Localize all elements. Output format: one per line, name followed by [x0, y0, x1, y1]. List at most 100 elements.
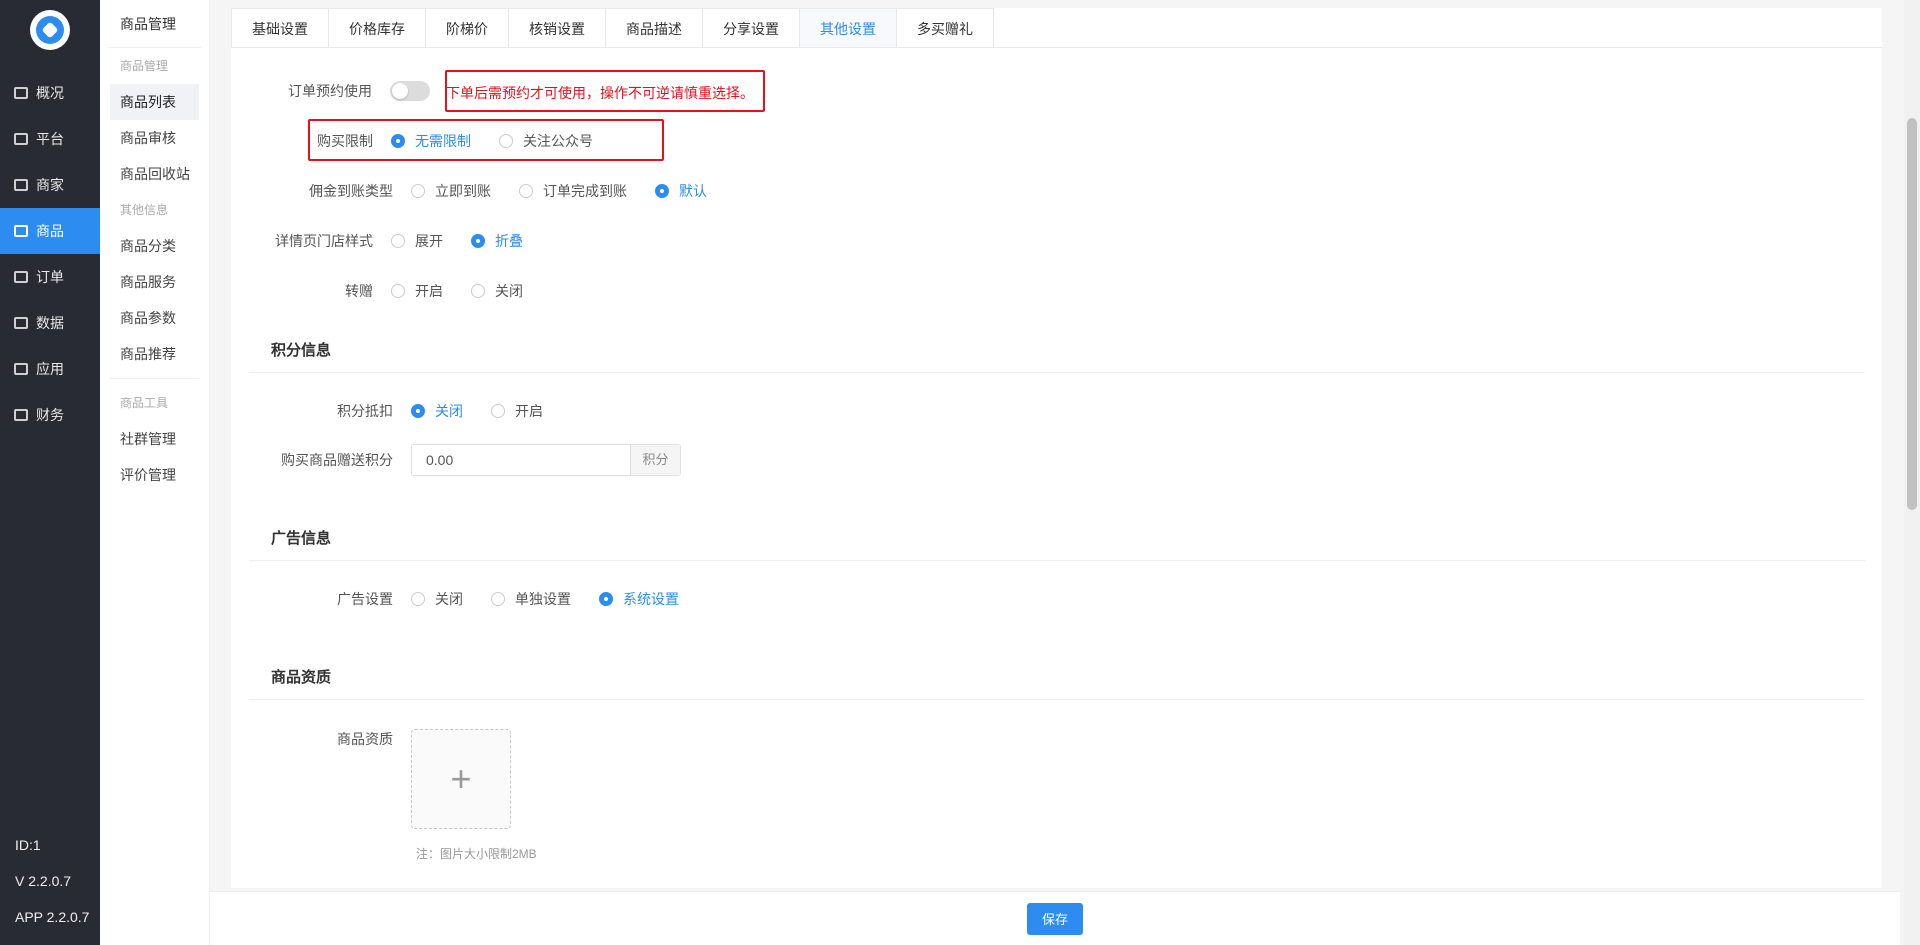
- sub-item-goods-list[interactable]: 商品列表: [110, 84, 199, 120]
- tab-basic[interactable]: 基础设置: [231, 8, 329, 47]
- gift-on-radio[interactable]: 开启: [391, 281, 443, 301]
- radio-label: 开启: [415, 283, 443, 299]
- tab-bar: 基础设置 价格库存 阶梯价 核销设置 商品描述 分享设置 其他设置 多买赠礼: [231, 8, 1882, 48]
- commission-immediate-radio[interactable]: 立即到账: [411, 181, 491, 201]
- main-nav: 概况 平台 商家 商品 订单 数据 应用 财务: [0, 70, 100, 438]
- points-section-title: 积分信息: [271, 342, 332, 359]
- qualification-label: 商品资质: [337, 731, 393, 747]
- sub-item-goods-service[interactable]: 商品服务: [110, 264, 199, 300]
- radio-unchecked-icon: [411, 592, 425, 606]
- store-style-row: 详情页门店样式 展开 折叠: [231, 231, 551, 251]
- radio-checked-icon: [411, 404, 425, 418]
- points-bonus-input[interactable]: [412, 445, 630, 475]
- ads-off-radio[interactable]: 关闭: [411, 589, 463, 609]
- ads-setting-label: 广告设置: [337, 591, 393, 607]
- reserve-warning-row: 下单后需预约才可使用，操作不可逆请慎重选择。: [446, 83, 754, 103]
- points-bonus-input-group: 积分: [411, 444, 681, 476]
- radio-checked-icon: [471, 234, 485, 248]
- commission-label: 佣金到账类型: [309, 183, 393, 199]
- limit-follow-radio[interactable]: 关注公众号: [499, 131, 593, 151]
- gift-off-radio[interactable]: 关闭: [471, 281, 523, 301]
- sub-item-goods-params[interactable]: 商品参数: [110, 300, 199, 336]
- ads-system-radio[interactable]: 系统设置: [599, 589, 679, 609]
- purchase-limit-row: 购买限制 无需限制 关注公众号: [231, 131, 621, 151]
- nav-item-finance[interactable]: 财务: [0, 392, 100, 438]
- sub-item-goods-recommend[interactable]: 商品推荐: [110, 336, 199, 372]
- app-logo[interactable]: [30, 10, 70, 50]
- radio-label: 关闭: [435, 403, 463, 419]
- upload-button[interactable]: +: [411, 729, 511, 829]
- points-deduct-row: 积分抵扣 关闭 开启: [231, 401, 571, 421]
- reserve-row: 订单预约使用: [231, 81, 430, 101]
- nav-item-apps[interactable]: 应用: [0, 346, 100, 392]
- points-deduct-on-radio[interactable]: 开启: [491, 401, 543, 421]
- gift-row: 转赠 开启 关闭: [231, 281, 551, 301]
- nav-item-label: 商品: [36, 223, 64, 239]
- page-scrollbar[interactable]: [1904, 0, 1920, 945]
- nav-item-label: 概况: [36, 85, 64, 101]
- nav-item-overview[interactable]: 概况: [0, 70, 100, 116]
- store-expand-radio[interactable]: 展开: [391, 231, 443, 251]
- radio-checked-icon: [655, 184, 669, 198]
- apps-icon: [14, 363, 28, 375]
- tab-share[interactable]: 分享设置: [703, 8, 800, 47]
- points-deduct-label: 积分抵扣: [337, 403, 393, 419]
- points-deduct-off-radio[interactable]: 关闭: [411, 401, 463, 421]
- tab-multi-gift[interactable]: 多买赠礼: [897, 8, 994, 47]
- nav-item-order[interactable]: 订单: [0, 254, 100, 300]
- points-unit-addon: 积分: [630, 445, 680, 475]
- nav-item-label: 订单: [36, 269, 64, 285]
- sub-group-label: 其他信息: [120, 203, 169, 217]
- points-bonus-row: 购买商品赠送积分 积分: [231, 444, 681, 476]
- main-sidebar: 概况 平台 商家 商品 订单 数据 应用 财务 ID:1 V 2.2.0.7 A…: [0, 0, 100, 945]
- radio-unchecked-icon: [499, 134, 513, 148]
- commission-complete-radio[interactable]: 订单完成到账: [519, 181, 627, 201]
- sub-item-goods-review[interactable]: 商品审核: [110, 120, 199, 156]
- reserve-label: 订单预约使用: [288, 83, 372, 99]
- radio-label: 单独设置: [515, 591, 571, 607]
- logo-icon: [36, 16, 64, 44]
- purchase-limit-label: 购买限制: [317, 133, 373, 149]
- limit-none-radio[interactable]: 无需限制: [391, 131, 471, 151]
- save-button[interactable]: 保存: [1027, 902, 1083, 935]
- radio-label: 关闭: [495, 283, 523, 299]
- ads-custom-radio[interactable]: 单独设置: [491, 589, 571, 609]
- tab-other[interactable]: 其他设置: [800, 8, 897, 47]
- sub-item-community[interactable]: 社群管理: [110, 421, 199, 457]
- tab-description[interactable]: 商品描述: [606, 8, 703, 47]
- sub-item-goods-category[interactable]: 商品分类: [110, 228, 199, 264]
- nav-item-label: 应用: [36, 361, 64, 377]
- reserve-warning: 下单后需预约才可使用，操作不可逆请慎重选择。: [446, 85, 754, 101]
- goods-icon: [14, 225, 28, 237]
- sub-item-goods-recycle[interactable]: 商品回收站: [110, 156, 199, 192]
- radio-unchecked-icon: [411, 184, 425, 198]
- ads-setting-row: 广告设置 关闭 单独设置 系统设置: [231, 589, 707, 609]
- reserve-switch[interactable]: [390, 81, 430, 101]
- commission-default-radio[interactable]: 默认: [655, 181, 707, 201]
- radio-label: 关闭: [435, 591, 463, 607]
- tab-tier-price[interactable]: 阶梯价: [426, 8, 509, 47]
- nav-item-platform[interactable]: 平台: [0, 116, 100, 162]
- main-panel: 基础设置 价格库存 阶梯价 核销设置 商品描述 分享设置 其他设置 多买赠礼 订…: [231, 8, 1882, 888]
- tab-price-stock[interactable]: 价格库存: [329, 8, 426, 47]
- radio-label: 折叠: [495, 233, 523, 249]
- nav-item-merchant[interactable]: 商家: [0, 162, 100, 208]
- divider: [249, 699, 1865, 700]
- sub-item-reviews[interactable]: 评价管理: [110, 457, 199, 493]
- radio-label: 开启: [515, 403, 543, 419]
- footer-bar: 保存: [210, 891, 1900, 945]
- nav-item-label: 平台: [36, 131, 64, 147]
- radio-label: 关注公众号: [523, 133, 593, 149]
- user-id: ID:1: [15, 837, 41, 853]
- divider: [249, 560, 1865, 561]
- nav-item-label: 财务: [36, 407, 64, 423]
- store-fold-radio[interactable]: 折叠: [471, 231, 523, 251]
- store-style-label: 详情页门店样式: [275, 233, 373, 249]
- finance-icon: [14, 409, 28, 421]
- radio-unchecked-icon: [471, 284, 485, 298]
- scroll-thumb[interactable]: [1907, 118, 1917, 510]
- monitor-icon: [14, 87, 28, 99]
- tab-verification[interactable]: 核销设置: [509, 8, 606, 47]
- nav-item-goods[interactable]: 商品: [0, 208, 100, 254]
- nav-item-data[interactable]: 数据: [0, 300, 100, 346]
